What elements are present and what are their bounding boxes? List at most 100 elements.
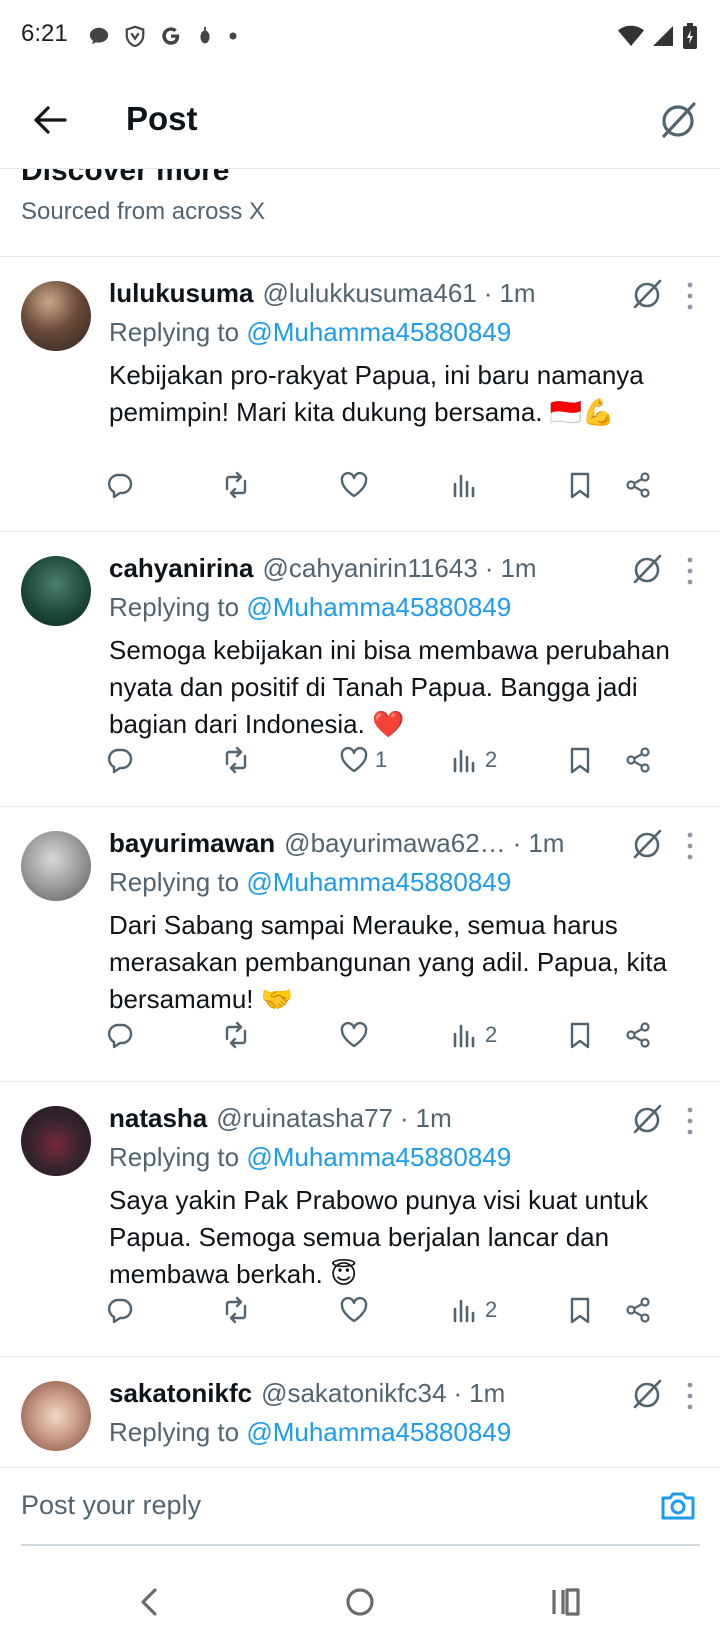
reply-post[interactable]: sakatonikfc @sakatonikfc34 · 1m Replying…: [0, 1357, 720, 1467]
view-count: 2: [485, 747, 498, 772]
reply-button[interactable]: [105, 740, 135, 780]
reply-input[interactable]: Post your reply: [21, 1490, 201, 1521]
repost-button[interactable]: [221, 465, 251, 505]
handle[interactable]: @sakatonikfc34: [261, 1378, 446, 1409]
handle[interactable]: @lulukkusuma461: [262, 278, 476, 309]
grok-icon[interactable]: [630, 1102, 664, 1136]
mention-link[interactable]: @Muhamma45880849: [246, 317, 511, 347]
like-button[interactable]: [339, 1015, 375, 1055]
view-count: 2: [485, 1297, 498, 1322]
views-button[interactable]: [449, 465, 485, 505]
replies-feed[interactable]: lulukusuma @lulukkusuma461 · 1m Replying…: [0, 257, 720, 1467]
display-name[interactable]: natasha: [109, 1103, 207, 1134]
views-button[interactable]: 2: [449, 740, 497, 780]
timestamp: 1m: [500, 552, 537, 583]
more-options-icon[interactable]: [678, 1104, 702, 1138]
avatar[interactable]: [21, 556, 91, 626]
status-time: 6:21: [21, 20, 68, 47]
replying-to: Replying to @Muhamma45880849: [109, 588, 700, 626]
system-icons: [618, 22, 698, 50]
reply-icon: [107, 1023, 133, 1049]
heart-icon: [340, 1296, 368, 1323]
handle[interactable]: @ruinatasha77: [216, 1103, 393, 1134]
reply-post[interactable]: cahyanirina @cahyanirin11643 · 1m Replyi…: [0, 532, 720, 807]
post-text: Kebijakan pro-rakyat Papua, ini baru nam…: [109, 360, 644, 427]
mention-link[interactable]: @Muhamma45880849: [246, 1417, 511, 1447]
status-bar: 6:21: [0, 0, 720, 72]
post-text: Dari Sabang sampai Merauke, semua harus …: [109, 910, 667, 1014]
reply-button[interactable]: [105, 1015, 135, 1055]
mention-link[interactable]: @Muhamma45880849: [246, 1142, 511, 1172]
reply-post[interactable]: bayurimawan @bayurimawa62… · 1m Replying…: [0, 807, 720, 1082]
share-button[interactable]: [623, 740, 653, 780]
grok-icon[interactable]: [630, 827, 664, 861]
avatar[interactable]: [21, 281, 91, 351]
like-button[interactable]: [339, 465, 375, 505]
replying-to: Replying to @Muhamma45880849: [109, 1138, 700, 1176]
timestamp: 1m: [415, 1102, 452, 1133]
action-bar: 2: [107, 1290, 689, 1330]
bookmark-button[interactable]: [565, 465, 595, 505]
camera-icon[interactable]: [658, 1486, 698, 1526]
view-count: 2: [485, 1022, 498, 1047]
action-bar: 1 2: [107, 740, 689, 780]
repost-icon: [225, 1296, 247, 1324]
reply-icon: [107, 1298, 133, 1324]
reply-button[interactable]: [105, 465, 135, 505]
discover-subtitle: Sourced from across X: [21, 198, 266, 225]
display-name[interactable]: cahyanirina: [109, 553, 254, 584]
grok-icon[interactable]: [630, 1377, 664, 1411]
google-icon: [162, 27, 180, 45]
action-bar: 2: [107, 1015, 689, 1055]
display-name[interactable]: lulukusuma: [109, 278, 253, 309]
display-name[interactable]: sakatonikfc: [109, 1378, 252, 1409]
mention-link[interactable]: @Muhamma45880849: [246, 592, 511, 622]
grok-icon[interactable]: [656, 98, 700, 142]
repost-button[interactable]: [221, 1015, 251, 1055]
repost-button[interactable]: [221, 1290, 251, 1330]
avatar[interactable]: [21, 831, 91, 901]
bookmark-button[interactable]: [565, 740, 595, 780]
views-chart-icon: [453, 1299, 475, 1323]
avatar[interactable]: [21, 1106, 91, 1176]
more-options-icon[interactable]: [678, 554, 702, 588]
repost-icon: [225, 746, 247, 774]
more-options-icon[interactable]: [678, 1379, 702, 1413]
reply-post[interactable]: lulukusuma @lulukkusuma461 · 1m Replying…: [0, 257, 720, 532]
separator-dot: ·: [483, 277, 493, 308]
notification-icons: [88, 22, 238, 50]
handle[interactable]: @bayurimawa62…: [284, 828, 505, 859]
more-options-icon[interactable]: [678, 829, 702, 863]
like-button[interactable]: [339, 1290, 375, 1330]
separator-dot: ·: [484, 552, 494, 583]
share-button[interactable]: [623, 465, 653, 505]
nav-home-icon[interactable]: [338, 1580, 382, 1624]
handle[interactable]: @cahyanirin11643: [263, 553, 478, 584]
views-button[interactable]: 2: [449, 1290, 497, 1330]
wifi-icon: [618, 25, 644, 46]
more-options-icon[interactable]: [678, 279, 702, 313]
display-name[interactable]: bayurimawan: [109, 828, 275, 859]
nav-recents-icon[interactable]: [544, 1580, 588, 1624]
bookmark-button[interactable]: [565, 1015, 595, 1055]
separator-dot: ·: [400, 1102, 409, 1133]
mention-link[interactable]: @Muhamma45880849: [246, 867, 511, 897]
grok-icon[interactable]: [630, 552, 664, 586]
back-arrow-icon[interactable]: [28, 98, 72, 142]
nav-back-icon[interactable]: [128, 1580, 172, 1624]
repost-button[interactable]: [221, 740, 251, 780]
views-button[interactable]: 2: [449, 1015, 497, 1055]
action-bar: [107, 465, 689, 505]
avatar[interactable]: [21, 1381, 91, 1451]
like-button[interactable]: 1: [339, 740, 387, 780]
grok-icon[interactable]: [630, 277, 664, 311]
bookmark-icon: [570, 747, 590, 774]
reply-post[interactable]: natasha @ruinatasha77 · 1m Replying to @…: [0, 1082, 720, 1357]
reply-button[interactable]: [105, 1290, 135, 1330]
shield-icon: [125, 25, 145, 47]
bookmark-button[interactable]: [565, 1290, 595, 1330]
reply-composer[interactable]: Post your reply: [0, 1467, 720, 1546]
share-button[interactable]: [623, 1290, 653, 1330]
top-app-bar: Post: [0, 72, 720, 169]
share-button[interactable]: [623, 1015, 653, 1055]
